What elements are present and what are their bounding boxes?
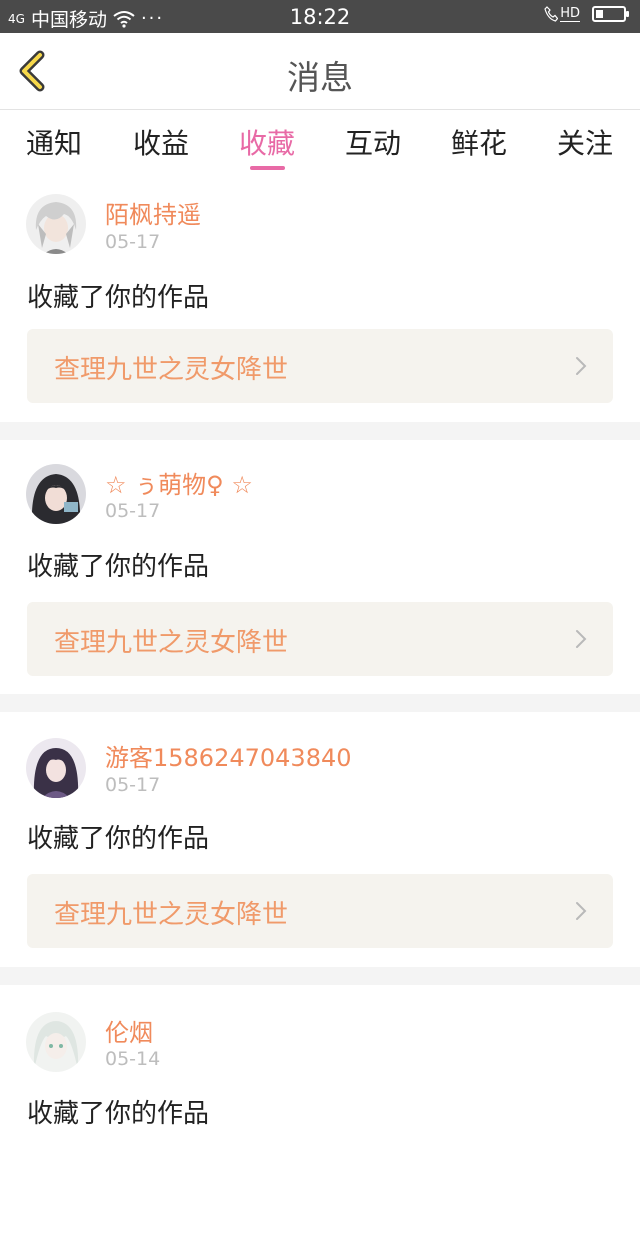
battery-icon	[592, 6, 629, 22]
work-link[interactable]: 查理九世之灵女降世	[27, 329, 613, 403]
list-item: 伦烟 05-14 收藏了你的作品	[0, 985, 640, 1233]
action-text: 收藏了你的作品	[27, 283, 210, 313]
battery-level	[596, 10, 603, 18]
username[interactable]: ☆ ぅ萌物♀ ☆	[105, 465, 253, 500]
status-bar: 4G 中国移动 ··· 18:22 HD	[0, 0, 640, 33]
divider	[0, 967, 640, 985]
username[interactable]: 伦烟	[105, 1013, 153, 1048]
chevron-right-icon	[576, 357, 587, 375]
list-item: 陌枫持遥 05-17 收藏了你的作品 查理九世之灵女降世	[0, 174, 640, 422]
timestamp: 05-17	[105, 774, 161, 796]
list-item: 游客1586247043840 05-17 收藏了你的作品 查理九世之灵女降世	[0, 712, 640, 960]
tab-earnings[interactable]: 收益	[111, 122, 211, 162]
divider	[0, 422, 640, 440]
work-title: 查理九世之灵女降世	[54, 355, 289, 385]
phone-icon	[544, 6, 559, 22]
work-title: 查理九世之灵女降世	[54, 900, 289, 930]
chevron-right-icon	[576, 630, 587, 648]
page-title: 消息	[287, 58, 353, 97]
username[interactable]: 陌枫持遥	[105, 195, 201, 230]
work-title: 查理九世之灵女降世	[54, 628, 289, 658]
action-text: 收藏了你的作品	[27, 552, 210, 582]
hd-call-icon: HD	[544, 6, 580, 22]
action-text: 收藏了你的作品	[27, 1099, 210, 1129]
tab-favorites[interactable]: 收藏	[217, 122, 317, 162]
tab-follows[interactable]: 关注	[535, 122, 635, 162]
active-tab-indicator	[250, 166, 285, 170]
username[interactable]: 游客1586247043840	[105, 738, 352, 773]
tab-interactions[interactable]: 互动	[323, 122, 423, 162]
header: 消息	[0, 33, 640, 110]
tab-notifications[interactable]: 通知	[4, 122, 104, 162]
timestamp: 05-17	[105, 500, 161, 522]
tab-bar: 通知 收益 收藏 互动 鲜花 关注	[0, 110, 640, 174]
timestamp: 05-14	[105, 1048, 161, 1070]
avatar[interactable]	[26, 464, 86, 524]
tab-flowers[interactable]: 鲜花	[429, 122, 529, 162]
avatar[interactable]	[26, 1012, 86, 1072]
work-link[interactable]: 查理九世之灵女降世	[27, 874, 613, 948]
divider	[0, 694, 640, 712]
action-text: 收藏了你的作品	[27, 824, 210, 854]
timestamp: 05-17	[105, 231, 161, 253]
avatar[interactable]	[26, 194, 86, 254]
work-link[interactable]: 查理九世之灵女降世	[27, 602, 613, 676]
chevron-right-icon	[576, 902, 587, 920]
avatar[interactable]	[26, 738, 86, 798]
status-right: HD	[544, 6, 629, 22]
list-item: ☆ ぅ萌物♀ ☆ 05-17 收藏了你的作品 查理九世之灵女降世	[0, 440, 640, 688]
